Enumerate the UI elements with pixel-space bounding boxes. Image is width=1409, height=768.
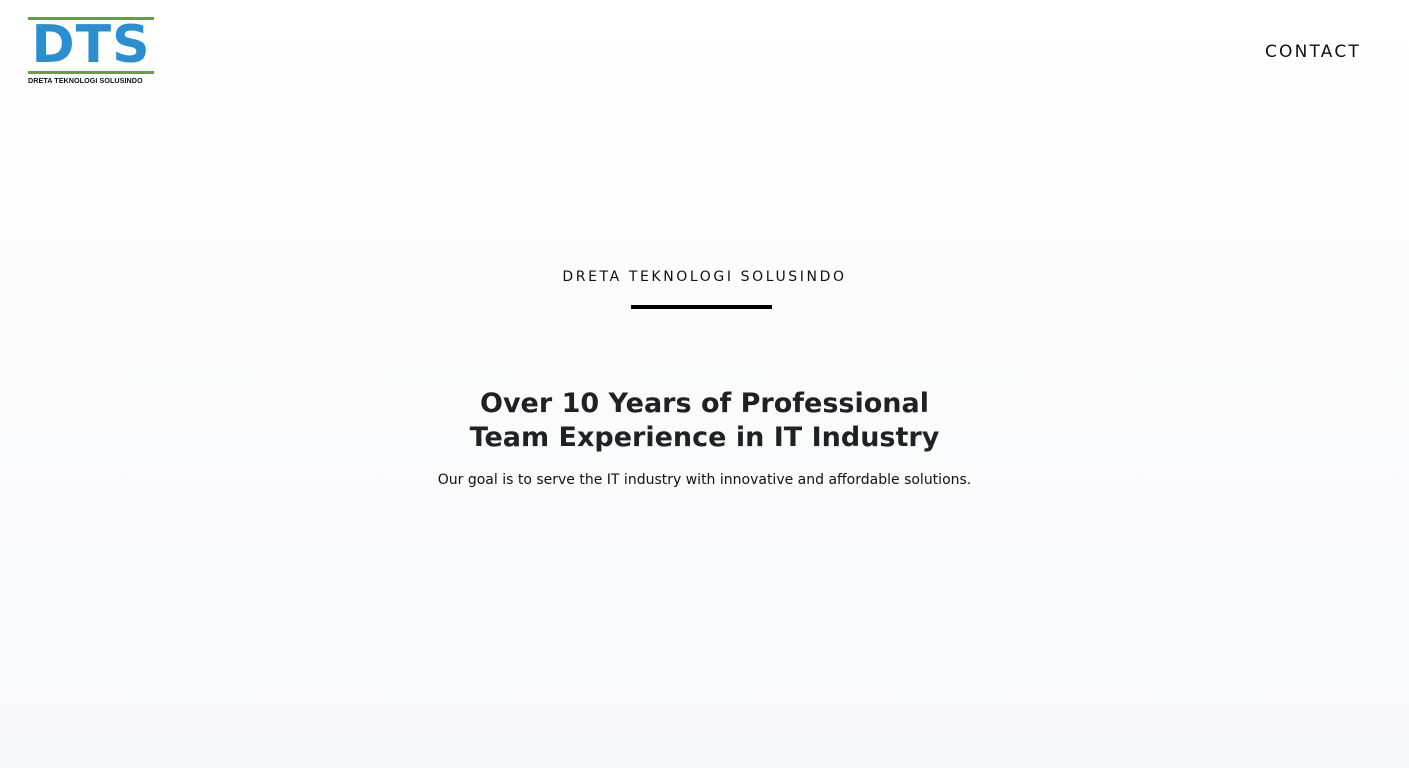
hero-headline-line-1: Over 10 Years of Professional (480, 388, 929, 419)
nav-contact-link[interactable]: CONTACT (1265, 42, 1361, 62)
hero-subtitle: Our goal is to serve the IT industry wit… (437, 472, 972, 488)
hero-eyebrow: DRETA TEKNOLOGI SOLUSINDO (562, 269, 847, 285)
hero-headline-line-2: Team Experience in IT Industry (469, 422, 940, 453)
company-logo[interactable]: DTS DRETA TEKNOLOGI SOLUSINDO (28, 16, 155, 86)
site-header: DTS DRETA TEKNOLOGI SOLUSINDO CONTACT (0, 0, 1409, 100)
hero-divider (631, 305, 772, 309)
logo-tagline: DRETA TEKNOLOGI SOLUSINDO (28, 76, 143, 85)
logo-bottom-bar (28, 71, 154, 74)
hero-headline: Over 10 Years of Professional Team Exper… (0, 387, 1409, 455)
logo-lettermark: DTS (31, 15, 151, 75)
